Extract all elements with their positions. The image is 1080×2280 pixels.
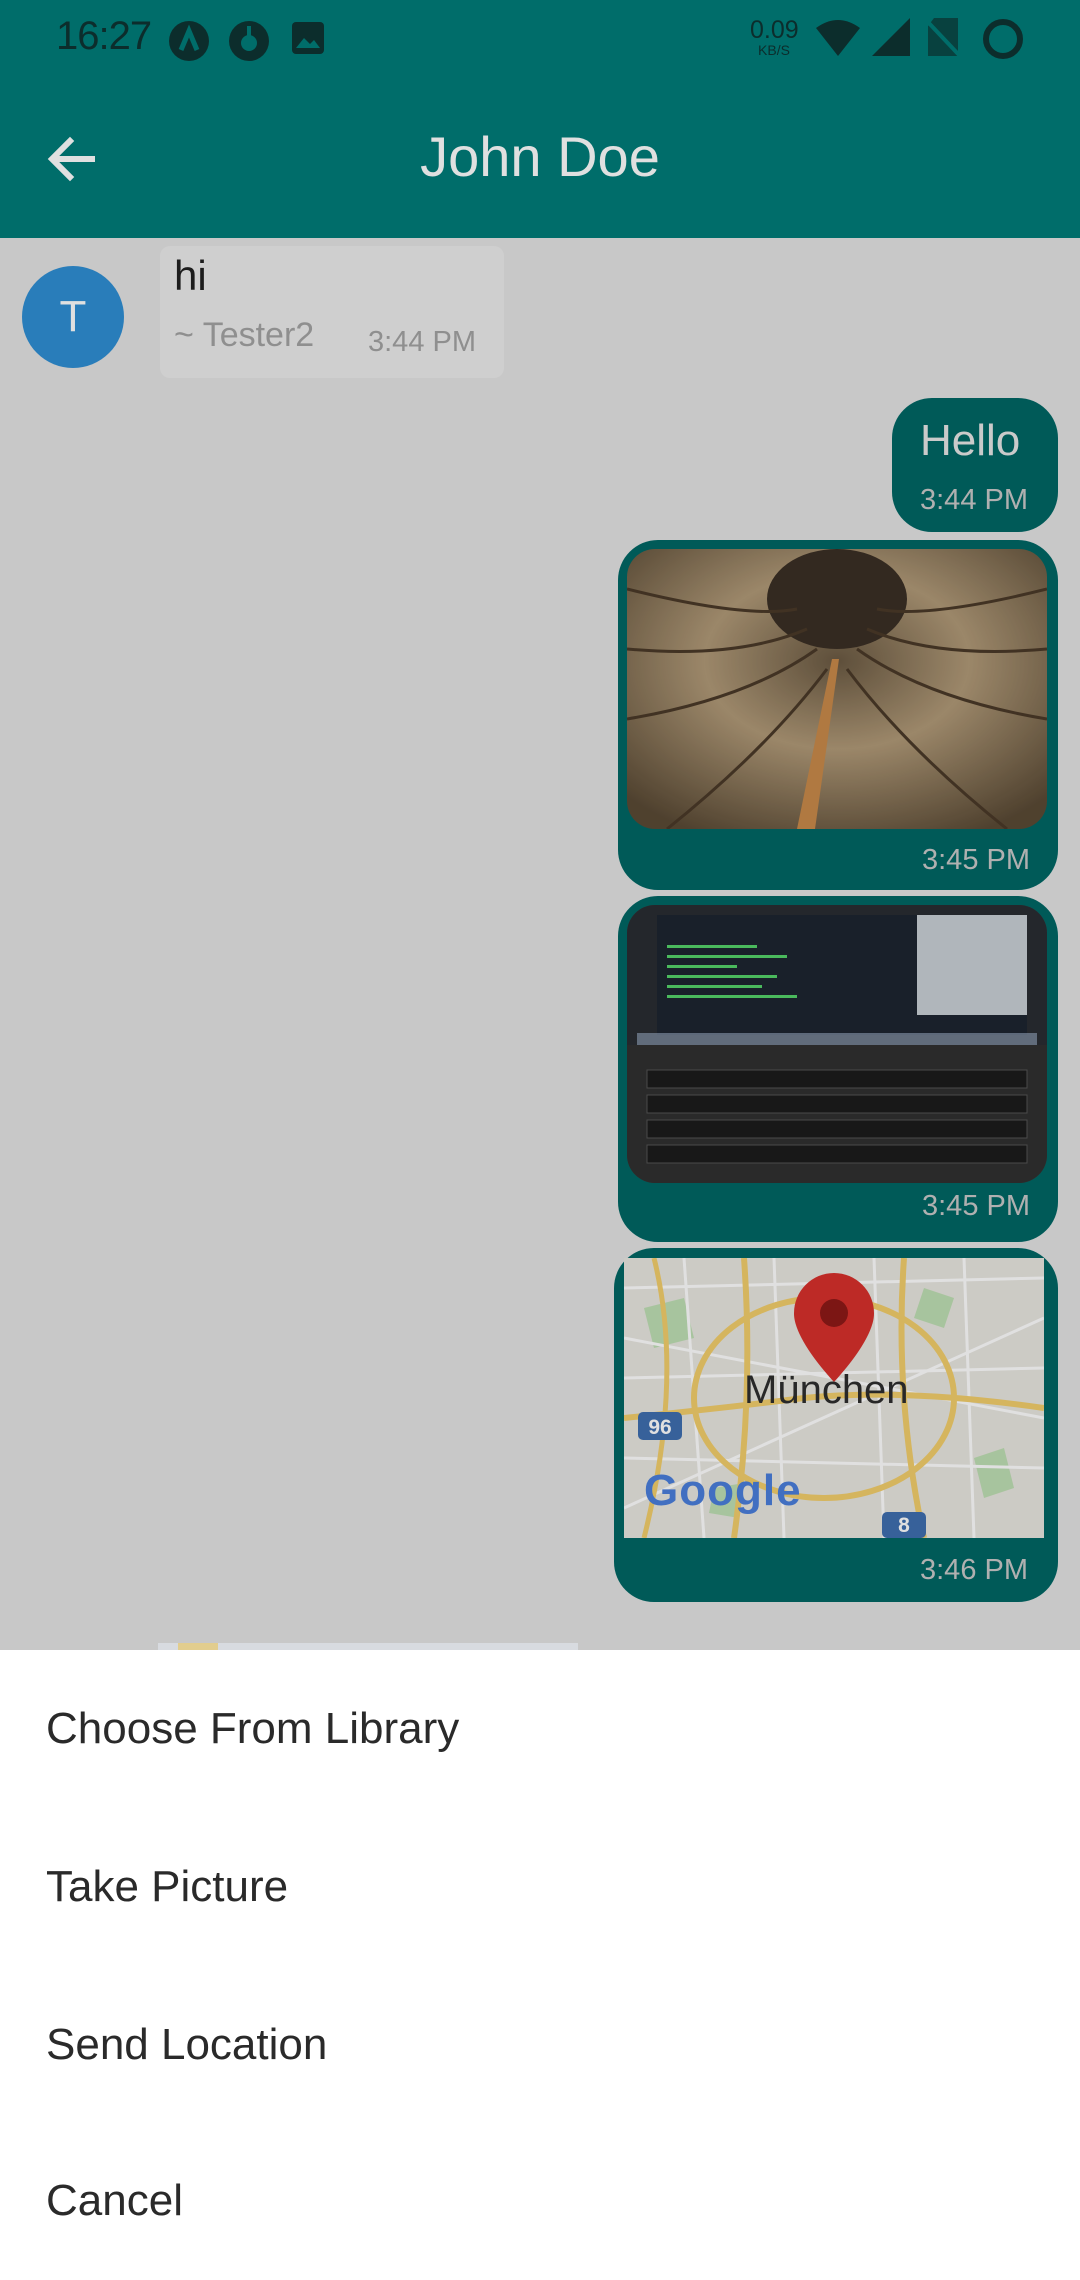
cancel-option[interactable]: Cancel	[0, 2122, 1080, 2280]
take-picture-option[interactable]: Take Picture	[0, 1808, 1080, 1966]
choose-from-library-option[interactable]: Choose From Library	[0, 1650, 1080, 1808]
action-sheet: Choose From Library Take Picture Send Lo…	[0, 1650, 1080, 2280]
modal-scrim[interactable]	[0, 0, 1080, 1650]
next-message-peek	[158, 1640, 578, 1653]
send-location-option[interactable]: Send Location	[0, 1966, 1080, 2124]
